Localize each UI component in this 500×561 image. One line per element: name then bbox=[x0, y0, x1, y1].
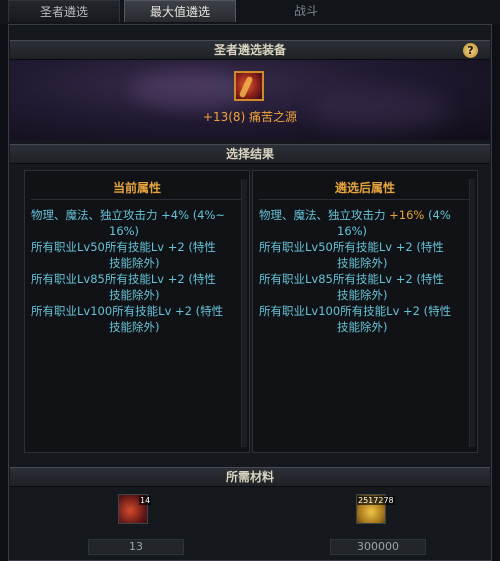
after-selection-title: 遴选后属性 bbox=[334, 181, 395, 195]
attribute-line: 16%) bbox=[337, 224, 368, 238]
attribute-line: 所有职业Lv85所有技能Lv +2 (特性 bbox=[31, 272, 216, 286]
after-selection-panel: 遴选后属性 物理、魔法、独立攻击力 +16% (4% 16%) 所有职业Lv50… bbox=[252, 170, 478, 453]
attribute-line: 16%) bbox=[109, 224, 140, 238]
item-name: +13(8) 痛苦之源 bbox=[202, 110, 298, 124]
attribute-line: 物理、魔法、独立攻击力 +16% (4% bbox=[259, 208, 451, 222]
attribute-line: 所有职业Lv100所有技能Lv +2 (特性 bbox=[31, 304, 224, 318]
banner-glow bbox=[130, 70, 250, 110]
current-attributes-panel: 当前属性 物理、魔法、独立攻击力 +4% (4%~ 16%) 所有职业Lv50所… bbox=[24, 170, 250, 453]
item-icon[interactable] bbox=[234, 71, 264, 101]
question-icon[interactable]: ? bbox=[463, 43, 478, 58]
attribute-line: 技能除外) bbox=[109, 256, 160, 270]
highlight-value: +16% bbox=[389, 208, 425, 222]
attribute-line: 技能除外) bbox=[337, 288, 388, 302]
equipment-header-title: 圣者遴选装备 bbox=[213, 43, 286, 57]
tab-bar: 圣者遴选 最大值遴选 战斗 bbox=[0, 0, 500, 24]
attribute-line: 所有职业Lv100所有技能Lv +2 (特性 bbox=[259, 304, 452, 318]
material-required-count: 300000 bbox=[330, 539, 426, 555]
scrollbar[interactable] bbox=[241, 179, 247, 447]
tab-saint-selection[interactable]: 圣者遴选 bbox=[8, 0, 120, 22]
tab-max-value-selection[interactable]: 最大值遴选 bbox=[124, 0, 236, 22]
tab-third[interactable]: 战斗 bbox=[246, 0, 366, 22]
attribute-line: 所有职业Lv50所有技能Lv +2 (特性 bbox=[259, 240, 444, 254]
banner-glow bbox=[310, 90, 450, 130]
material-owned-count: 14 bbox=[139, 496, 152, 505]
after-selection-list: 物理、魔法、独立攻击力 +16% (4% 16%) 所有职业Lv50所有技能Lv… bbox=[259, 207, 463, 335]
result-header-title: 选择结果 bbox=[225, 147, 274, 161]
attribute-line: 所有职业Lv85所有技能Lv +2 (特性 bbox=[259, 272, 444, 286]
attribute-line: 技能除外) bbox=[109, 320, 160, 334]
current-attributes-list: 物理、魔法、独立攻击力 +4% (4%~ 16%) 所有职业Lv50所有技能Lv… bbox=[31, 207, 235, 335]
attribute-line: 技能除外) bbox=[337, 320, 388, 334]
material-owned-count: 2517278 bbox=[357, 496, 395, 505]
attribute-line: 所有职业Lv50所有技能Lv +2 (特性 bbox=[31, 240, 216, 254]
materials-header: 所需材料 bbox=[10, 467, 490, 487]
result-header: 选择结果 bbox=[10, 144, 490, 164]
current-attributes-title: 当前属性 bbox=[112, 181, 161, 195]
material-required-count: 13 bbox=[88, 539, 184, 555]
scrollbar[interactable] bbox=[469, 179, 475, 447]
attribute-line: 技能除外) bbox=[337, 256, 388, 270]
attribute-line: 技能除外) bbox=[109, 288, 160, 302]
materials-header-title: 所需材料 bbox=[225, 470, 274, 484]
attribute-line: 物理、魔法、独立攻击力 +4% (4%~ bbox=[31, 208, 226, 222]
equipment-header: 圣者遴选装备 ? bbox=[10, 40, 490, 60]
